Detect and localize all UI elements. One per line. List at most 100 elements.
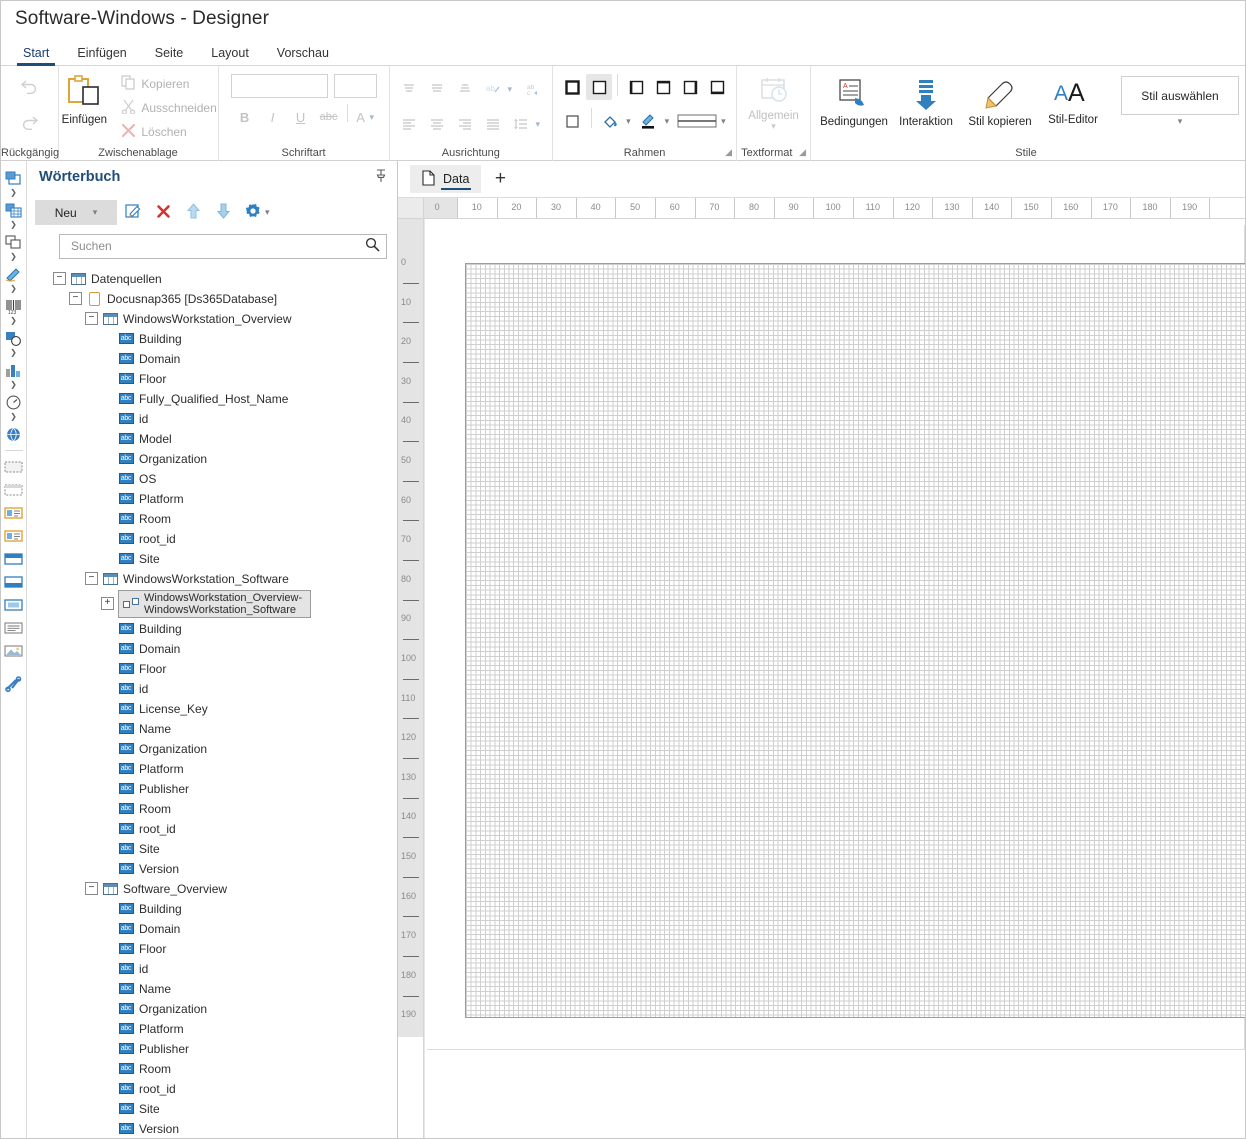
delete-button[interactable] (149, 200, 177, 225)
tree-node[interactable]: abcDomain (27, 349, 397, 369)
ribbon-tab-layout[interactable]: Layout (197, 43, 263, 65)
toolbar-item-container[interactable] (2, 592, 26, 615)
text-direction-icon[interactable]: ab (480, 76, 506, 102)
tree-expander[interactable]: − (85, 312, 98, 325)
borders-dialog-launcher[interactable]: ◢ (725, 147, 732, 158)
toolbar-item-pen[interactable]: ❯ (2, 261, 26, 293)
toolbar-item-image[interactable] (2, 638, 26, 661)
tree-node[interactable]: abcRoom (27, 1059, 397, 1079)
tree-node[interactable]: −Datenquellen (27, 269, 397, 289)
tree-node[interactable]: abcOrganization (27, 999, 397, 1019)
chevron-right-icon[interactable]: ❯ (10, 253, 17, 261)
tree-expander[interactable]: − (69, 292, 82, 305)
settings-chevron-down-icon[interactable]: ▾ (265, 207, 270, 218)
paste-button[interactable]: Einfügen (53, 70, 115, 127)
move-down-button[interactable] (209, 200, 237, 225)
toolbar-item-data-band[interactable]: ❯ (2, 197, 26, 229)
delete-button[interactable]: Löschen (115, 120, 222, 144)
tree-node[interactable]: abcRoom (27, 509, 397, 529)
settings-button[interactable] (239, 200, 267, 225)
tree-node[interactable]: abcBuilding (27, 899, 397, 919)
cut-button[interactable]: Ausschneiden (115, 96, 222, 120)
font-family-select[interactable] (231, 74, 329, 98)
tree-expander[interactable]: − (53, 272, 66, 285)
dictionary-tree[interactable]: −Datenquellen−Docusnap365 [Ds365Database… (27, 267, 397, 1138)
tree-node[interactable]: abcFloor (27, 939, 397, 959)
toolbar-item-header-band[interactable] (2, 546, 26, 569)
border-left-icon[interactable] (623, 74, 649, 100)
tree-expander[interactable]: + (101, 597, 114, 610)
toolbar-item-data-card-alt[interactable] (2, 523, 26, 546)
toolbar-item-tools[interactable] (2, 671, 26, 694)
tree-node[interactable]: abcOrganization (27, 739, 397, 759)
tree-node[interactable]: abcFloor (27, 369, 397, 389)
canvas-area[interactable] (424, 219, 1245, 1138)
tree-node[interactable]: abcVersion (27, 859, 397, 879)
tree-node[interactable]: abcroot_id (27, 819, 397, 839)
border-style-chevron-down-icon[interactable]: ▾ (721, 116, 726, 127)
font-size-select[interactable] (334, 74, 376, 98)
add-page-button[interactable]: + (487, 166, 513, 192)
tree-node-selected[interactable]: + WindowsWorkstation_Overview-WindowsWork… (27, 589, 397, 619)
tree-node[interactable]: abcSite (27, 549, 397, 569)
border-clear-icon[interactable] (559, 108, 585, 134)
tree-node[interactable]: abcDomain (27, 639, 397, 659)
ribbon-tab-einfuegen[interactable]: Einfügen (63, 43, 140, 65)
tree-expander[interactable]: − (85, 572, 98, 585)
ribbon-tab-seite[interactable]: Seite (141, 43, 198, 65)
tree-node[interactable]: abcid (27, 679, 397, 699)
general-format-chevron-down-icon[interactable]: ▾ (771, 121, 776, 132)
select-style-chevron-down-icon[interactable]: ▾ (1121, 116, 1239, 127)
toolbar-item-report-bands[interactable]: ❯ (2, 165, 26, 197)
tree-node[interactable]: abcPublisher (27, 779, 397, 799)
toolbar-item-map[interactable] (2, 421, 26, 444)
toolbar-item-data-card[interactable] (2, 500, 26, 523)
chevron-right-icon[interactable]: ❯ (10, 189, 17, 197)
bold-button[interactable]: B (231, 110, 259, 125)
horizontal-ruler[interactable]: 0102030405060708090100110120130140150160… (424, 198, 1245, 219)
chevron-right-icon[interactable]: ❯ (10, 285, 17, 293)
textformat-dialog-launcher[interactable]: ◢ (799, 147, 806, 158)
chevron-right-icon[interactable]: ❯ (10, 221, 17, 229)
tree-node[interactable]: abcPlatform (27, 759, 397, 779)
tree-node[interactable]: abcSite (27, 1099, 397, 1119)
tree-node[interactable]: abcid (27, 959, 397, 979)
font-color-button[interactable]: A (352, 110, 370, 125)
tree-node-selection-box[interactable]: WindowsWorkstation_Overview-WindowsWorks… (118, 590, 311, 618)
conditions-button[interactable]: A Bedingungen (817, 74, 891, 129)
toolbar-item-page-header[interactable] (2, 454, 26, 477)
tree-node[interactable]: abcOS (27, 469, 397, 489)
strikethrough-button[interactable]: abc (315, 111, 343, 123)
tree-node[interactable]: abcDomain (27, 919, 397, 939)
tree-node[interactable]: abcName (27, 979, 397, 999)
tree-node[interactable]: abcVersion (27, 1119, 397, 1138)
tree-node[interactable]: abcPlatform (27, 1019, 397, 1039)
search-box[interactable] (59, 234, 387, 259)
italic-button[interactable]: I (259, 110, 287, 125)
redo-arrow-icon[interactable] (16, 108, 42, 134)
fill-color-icon[interactable] (598, 108, 624, 134)
ribbon-tab-vorschau[interactable]: Vorschau (263, 43, 343, 65)
tree-node[interactable]: abcLicense_Key (27, 699, 397, 719)
tree-node[interactable]: abcroot_id (27, 1079, 397, 1099)
document-tab-data[interactable]: Data (410, 165, 481, 193)
copy-style-button[interactable]: Stil kopieren (961, 74, 1039, 129)
align-left-icon[interactable] (396, 111, 422, 137)
search-icon[interactable] (365, 237, 380, 255)
tree-node[interactable]: −WindowsWorkstation_Software (27, 569, 397, 589)
toolbar-item-gauge[interactable]: ❯ (2, 389, 26, 421)
style-editor-button[interactable]: A A Stil-Editor (1039, 74, 1107, 127)
tree-node[interactable]: −WindowsWorkstation_Overview (27, 309, 397, 329)
toolbar-item-page-footer[interactable] (2, 477, 26, 500)
fill-color-chevron-down-icon[interactable]: ▾ (626, 116, 631, 127)
align-bottom-icon[interactable] (452, 76, 478, 102)
tree-node[interactable]: abcName (27, 719, 397, 739)
border-none-icon[interactable] (586, 74, 612, 100)
tree-expander[interactable]: − (85, 882, 98, 895)
tree-node[interactable]: abcroot_id (27, 529, 397, 549)
chevron-right-icon[interactable]: ❯ (10, 413, 17, 421)
align-right-icon[interactable] (452, 111, 478, 137)
move-up-button[interactable] (179, 200, 207, 225)
border-color-icon[interactable] (637, 108, 663, 134)
tree-node[interactable]: abcFully_Qualified_Host_Name (27, 389, 397, 409)
